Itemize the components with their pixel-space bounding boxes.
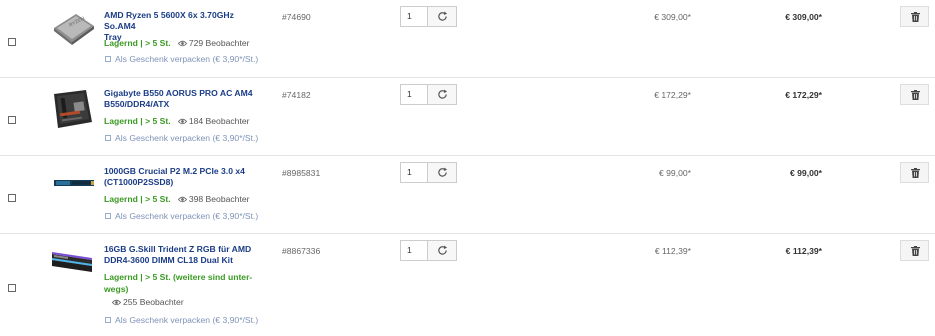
unit-price: € 309,00* — [654, 12, 691, 22]
refresh-button[interactable] — [427, 240, 457, 261]
refresh-button[interactable] — [427, 162, 457, 183]
refresh-icon — [438, 89, 448, 99]
gift-wrap-option[interactable]: Als Geschenk verpacken (€ 3,90*/St.) — [105, 133, 258, 143]
product-title[interactable]: 1000GB Crucial P2 M.2 PCIe 3.0 x4 (CT100… — [104, 166, 266, 188]
line-total: € 112,39* — [785, 246, 822, 256]
line-total: € 309,00* — [785, 12, 822, 22]
cpu-image: RYZEN — [54, 14, 94, 45]
refresh-icon — [438, 11, 448, 21]
eye-icon — [177, 118, 187, 125]
refresh-button[interactable] — [427, 6, 457, 27]
select-checkbox[interactable] — [8, 194, 16, 202]
product-title[interactable]: 16GB G.Skill Trident Z RGB für AMD DDR4-… — [104, 244, 266, 266]
ssd-image — [54, 180, 94, 186]
article-number: #8867336 — [282, 246, 321, 256]
quantity-input[interactable]: 1 — [400, 84, 427, 105]
article-number: #74182 — [282, 90, 311, 100]
trash-icon — [911, 90, 920, 100]
gift-checkbox[interactable] — [105, 135, 111, 141]
gift-wrap-option[interactable]: Als Geschenk verpacken (€ 3,90*/St.) — [105, 315, 258, 325]
trash-icon — [911, 12, 920, 22]
delete-button[interactable] — [900, 162, 929, 183]
gift-wrap-option[interactable]: Als Geschenk verpacken (€ 3,90*/St.) — [105, 54, 258, 64]
eye-icon — [112, 299, 121, 306]
watchers-count: 729 Beobachter — [173, 38, 250, 48]
delete-button[interactable] — [900, 240, 929, 261]
gift-checkbox[interactable] — [105, 317, 111, 323]
cart-row: RYZEN AMD Ryzen 5 5600X 6x 3.70GHz So.AM… — [0, 0, 935, 78]
watchers-count: 398 Beobachter — [173, 194, 250, 204]
select-checkbox[interactable] — [8, 38, 16, 46]
product-title[interactable]: Gigabyte B550 AORUS PRO AC AM4 B550/DDR4… — [104, 88, 266, 110]
refresh-icon — [438, 167, 448, 177]
delete-button[interactable] — [900, 6, 929, 27]
select-checkbox[interactable] — [8, 116, 16, 124]
article-number: #8985831 — [282, 168, 321, 178]
delete-button[interactable] — [900, 84, 929, 105]
gift-checkbox[interactable] — [105, 56, 111, 62]
stock-status: Lagernd | > 5 St. 729 Beobachter — [104, 38, 250, 48]
unit-price: € 99,00* — [658, 168, 691, 178]
quantity-input[interactable]: 1 — [400, 240, 427, 261]
select-checkbox[interactable] — [8, 284, 16, 292]
ram-image — [52, 252, 92, 272]
stock-status: Lagernd | > 5 St. (weitere sind unter- w… — [104, 272, 253, 294]
unit-price: € 172,29* — [654, 90, 691, 100]
quantity-input[interactable]: 1 — [400, 6, 427, 27]
eye-icon — [177, 196, 187, 203]
trash-icon — [911, 168, 920, 178]
quantity-input[interactable]: 1 — [400, 162, 427, 183]
stock-status: Lagernd | > 5 St. 398 Beobachter — [104, 194, 250, 204]
refresh-icon — [438, 245, 448, 255]
line-total: € 99,00* — [789, 168, 822, 178]
watchers-count: 184 Beobachter — [173, 116, 250, 126]
watchers-count: 255 Beobachter — [112, 297, 184, 307]
line-total: € 172,29* — [785, 90, 822, 100]
gift-wrap-option[interactable]: Als Geschenk verpacken (€ 3,90*/St.) — [105, 211, 258, 221]
cart-row: 1000GB Crucial P2 M.2 PCIe 3.0 x4 (CT100… — [0, 156, 935, 234]
article-number: #74690 — [282, 12, 311, 22]
motherboard-image — [54, 90, 92, 128]
cart-row: 16GB G.Skill Trident Z RGB für AMD DDR4-… — [0, 234, 935, 336]
refresh-button[interactable] — [427, 84, 457, 105]
trash-icon — [911, 246, 920, 256]
eye-icon — [177, 40, 187, 47]
cart-row: Gigabyte B550 AORUS PRO AC AM4 B550/DDR4… — [0, 78, 935, 156]
gift-checkbox[interactable] — [105, 213, 111, 219]
stock-status: Lagernd | > 5 St. 184 Beobachter — [104, 116, 250, 126]
unit-price: € 112,39* — [654, 246, 691, 256]
